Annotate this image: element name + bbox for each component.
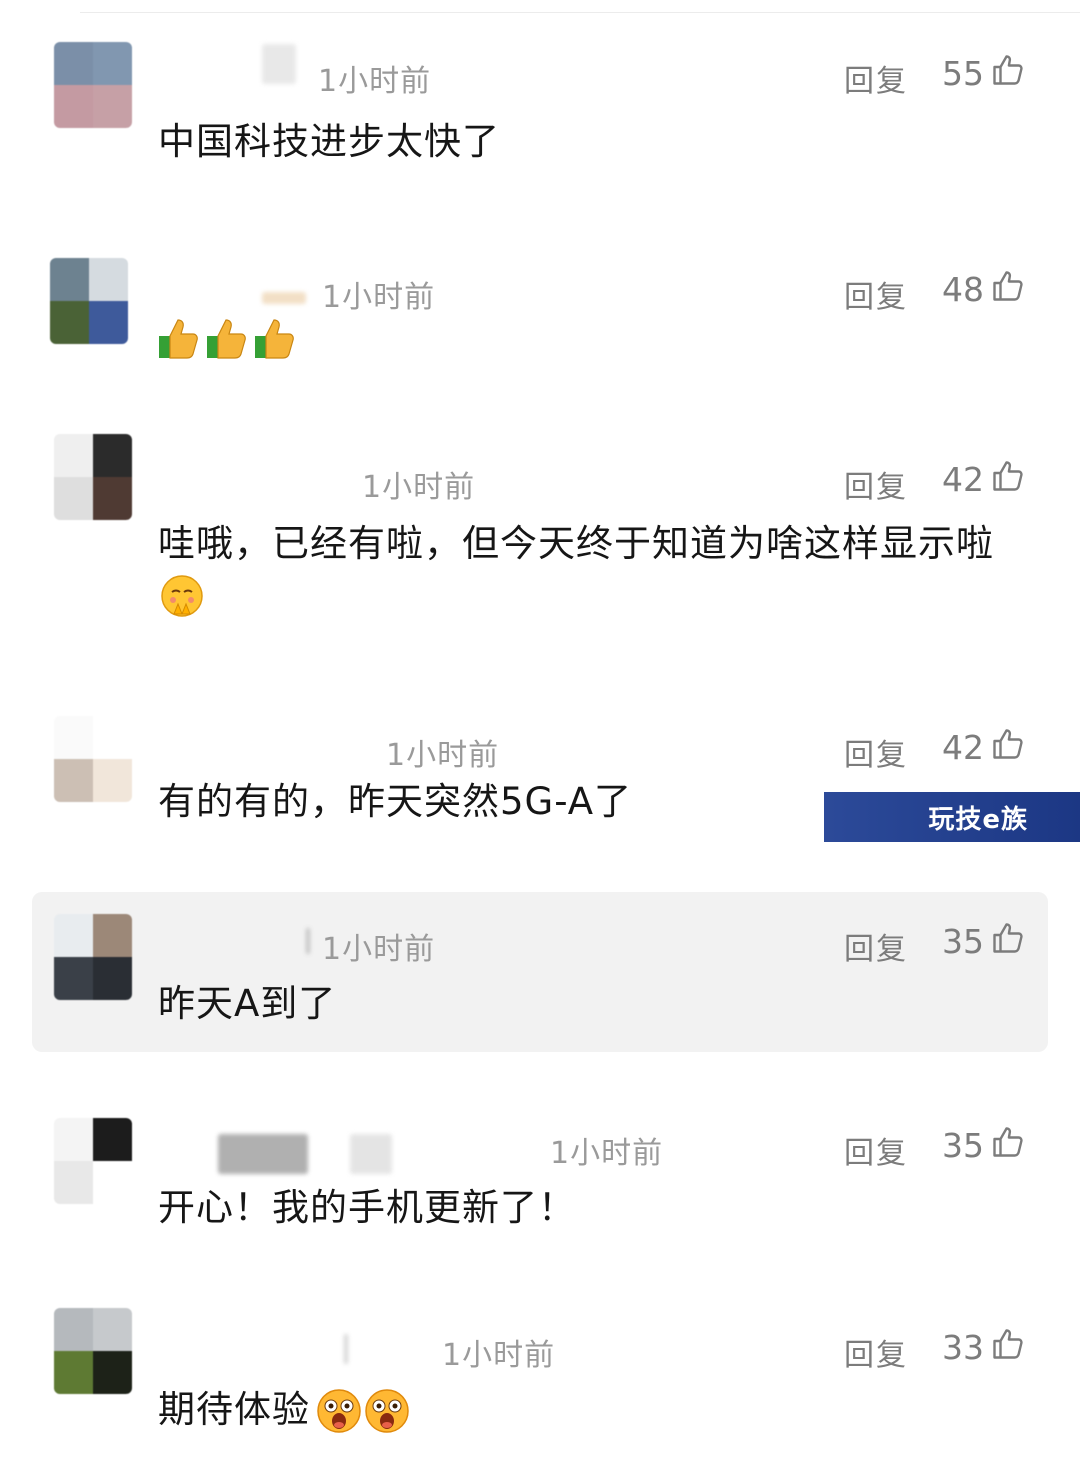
emoji-row	[158, 574, 206, 622]
emoji-row	[158, 316, 296, 360]
like-count: 42	[942, 728, 984, 767]
comment-time: 1小时前	[322, 280, 436, 315]
shy-face-emoji-icon	[161, 575, 203, 617]
thumbs-up-emoji-icon	[159, 319, 198, 359]
comment-time: 1小时前	[362, 470, 476, 505]
thumbs-up-emoji-icon	[255, 319, 294, 359]
reply-button[interactable]: 回复	[844, 1330, 908, 1374]
avatar[interactable]	[54, 1118, 132, 1204]
comment-time: 1小时前	[550, 1136, 664, 1171]
avatar[interactable]	[54, 914, 132, 1000]
emoji-row	[316, 1388, 410, 1434]
reply-button[interactable]: 回复	[844, 1128, 908, 1172]
comment-text: 期待体验	[158, 1388, 310, 1431]
comment-text: 哇哦，已经有啦，但今天终于知道为啥这样显示啦	[158, 522, 994, 565]
avatar[interactable]	[54, 1308, 132, 1394]
username-redacted[interactable]	[350, 1134, 392, 1174]
comment-text: 有的有的，昨天突然5G-A了	[158, 780, 633, 823]
surprised-face-emoji-icon	[365, 1389, 409, 1433]
like-count: 35	[942, 1126, 984, 1165]
reply-button[interactable]: 回复	[844, 56, 908, 100]
avatar[interactable]	[50, 258, 128, 344]
thumbs-up-icon[interactable]	[990, 920, 1026, 956]
username-redacted[interactable]	[218, 1134, 308, 1174]
comment-text: 开心！我的手机更新了！	[158, 1186, 576, 1229]
thumbs-up-emoji-icon	[207, 319, 246, 359]
username-redacted[interactable]	[262, 292, 306, 304]
like-count: 35	[942, 922, 984, 961]
like-count: 42	[942, 460, 984, 499]
avatar[interactable]	[54, 434, 132, 520]
thumbs-up-icon[interactable]	[990, 1124, 1026, 1160]
thumbs-up-icon[interactable]	[990, 726, 1026, 762]
reply-button[interactable]: 回复	[844, 272, 908, 316]
thumbs-up-icon[interactable]	[990, 458, 1026, 494]
comment-time: 1小时前	[322, 932, 436, 967]
comment-time: 1小时前	[318, 64, 432, 99]
like-count: 48	[942, 270, 984, 309]
top-divider	[80, 12, 1080, 13]
comment-text: 中国科技进步太快了	[158, 120, 500, 163]
avatar[interactable]	[54, 42, 132, 128]
username-redacted[interactable]	[262, 44, 296, 84]
reply-button[interactable]: 回复	[844, 462, 908, 506]
comment-time: 1小时前	[442, 1338, 556, 1373]
comment-text: 昨天A到了	[158, 982, 337, 1025]
surprised-face-emoji-icon	[317, 1389, 361, 1433]
like-count: 33	[942, 1328, 984, 1367]
username-redacted[interactable]	[344, 1334, 348, 1364]
watermark-logo: 玩技e族	[824, 792, 1080, 842]
reply-button[interactable]: 回复	[844, 730, 908, 774]
username-redacted[interactable]	[306, 928, 310, 954]
comment-time: 1小时前	[386, 738, 500, 773]
avatar[interactable]	[54, 716, 132, 802]
thumbs-up-icon[interactable]	[990, 52, 1026, 88]
like-count: 55	[942, 54, 984, 93]
reply-button[interactable]: 回复	[844, 924, 908, 968]
thumbs-up-icon[interactable]	[990, 268, 1026, 304]
thumbs-up-icon[interactable]	[990, 1326, 1026, 1362]
